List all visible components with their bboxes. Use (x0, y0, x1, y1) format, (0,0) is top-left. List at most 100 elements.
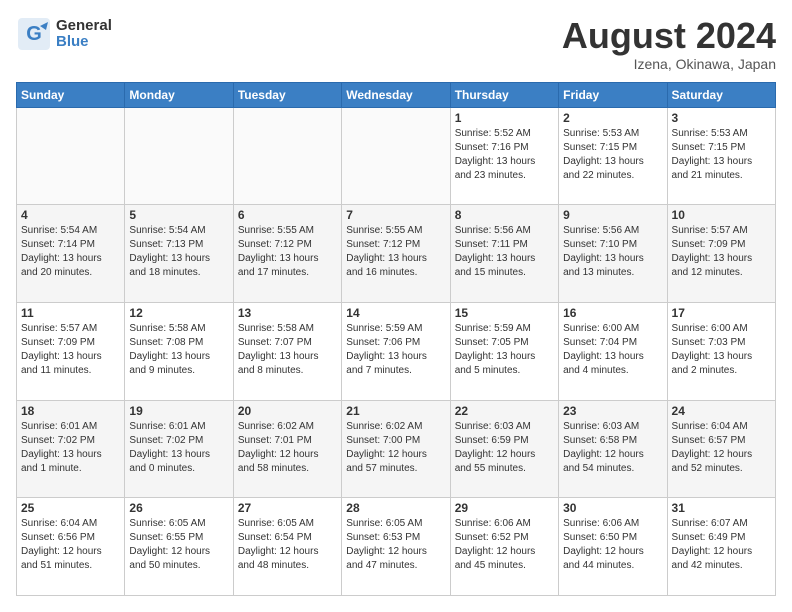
day-number: 12 (129, 306, 228, 320)
day-info: Sunrise: 5:55 AM Sunset: 7:12 PM Dayligh… (238, 224, 337, 280)
day-number: 27 (238, 501, 337, 515)
calendar-week-2: 4Sunrise: 5:54 AM Sunset: 7:14 PM Daylig… (17, 205, 776, 303)
day-info: Sunrise: 5:57 AM Sunset: 7:09 PM Dayligh… (21, 322, 120, 378)
day-number: 20 (238, 404, 337, 418)
weekday-header-friday: Friday (559, 82, 667, 107)
day-info: Sunrise: 5:56 AM Sunset: 7:10 PM Dayligh… (563, 224, 662, 280)
logo: G General Blue (16, 16, 112, 52)
calendar-cell: 7Sunrise: 5:55 AM Sunset: 7:12 PM Daylig… (342, 205, 450, 303)
weekday-header-monday: Monday (125, 82, 233, 107)
calendar-cell: 4Sunrise: 5:54 AM Sunset: 7:14 PM Daylig… (17, 205, 125, 303)
calendar-table: SundayMondayTuesdayWednesdayThursdayFrid… (16, 82, 776, 596)
calendar-cell: 1 Sunrise: 5:52 AM Sunset: 7:16 PM Daylig… (450, 107, 558, 205)
header: G General Blue August 2024 Izena, Okinaw… (16, 16, 776, 72)
logo-icon: G (16, 16, 52, 52)
calendar-cell: 25Sunrise: 6:04 AM Sunset: 6:56 PM Dayli… (17, 498, 125, 596)
day-number: 2 (563, 111, 662, 125)
calendar-cell: 26 Sunrise: 6:05 AM Sunset: 6:55 PM Dayli… (125, 498, 233, 596)
calendar-cell: 24 Sunrise: 6:04 AM Sunset: 6:57 PM Dayli… (667, 400, 775, 498)
calendar-cell: 10 Sunrise: 5:57 AM Sunset: 7:09 PM Dayli… (667, 205, 775, 303)
calendar-cell: 19Sunrise: 6:01 AM Sunset: 7:02 PM Dayli… (125, 400, 233, 498)
calendar-cell: 12 Sunrise: 5:58 AM Sunset: 7:08 PM Dayli… (125, 302, 233, 400)
day-info: Sunrise: 5:52 AM Sunset: 7:16 PM Dayligh… (455, 127, 554, 183)
calendar-cell: 22 Sunrise: 6:03 AM Sunset: 6:59 PM Dayli… (450, 400, 558, 498)
day-info: Sunrise: 6:00 AM Sunset: 7:04 PM Dayligh… (563, 322, 662, 378)
day-info: Sunrise: 6:02 AM Sunset: 7:00 PM Dayligh… (346, 420, 445, 476)
day-number: 15 (455, 306, 554, 320)
svg-text:G: G (26, 23, 42, 45)
calendar-cell: 18 Sunrise: 6:01 AM Sunset: 7:02 PM Dayli… (17, 400, 125, 498)
day-number: 22 (455, 404, 554, 418)
calendar-week-3: 11 Sunrise: 5:57 AM Sunset: 7:09 PM Dayli… (17, 302, 776, 400)
weekday-header-tuesday: Tuesday (233, 82, 341, 107)
day-number: 7 (346, 208, 445, 222)
day-number: 3 (672, 111, 771, 125)
weekday-header-wednesday: Wednesday (342, 82, 450, 107)
day-number: 26 (129, 501, 228, 515)
weekday-header-thursday: Thursday (450, 82, 558, 107)
calendar-cell: 20 Sunrise: 6:02 AM Sunset: 7:01 PM Dayli… (233, 400, 341, 498)
day-number: 31 (672, 501, 771, 515)
day-info: Sunrise: 6:03 AM Sunset: 6:59 PM Dayligh… (455, 420, 554, 476)
day-number: 13 (238, 306, 337, 320)
month-title: August 2024 (562, 16, 776, 56)
day-info: Sunrise: 5:53 AM Sunset: 7:15 PM Dayligh… (563, 127, 662, 183)
logo-blue: Blue (56, 34, 112, 51)
calendar-cell: 2 Sunrise: 5:53 AM Sunset: 7:15 PM Daylig… (559, 107, 667, 205)
title-area: August 2024 Izena, Okinawa, Japan (562, 16, 776, 72)
day-info: Sunrise: 5:59 AM Sunset: 7:05 PM Dayligh… (455, 322, 554, 378)
calendar-header-row: SundayMondayTuesdayWednesdayThursdayFrid… (17, 82, 776, 107)
day-info: Sunrise: 6:01 AM Sunset: 7:02 PM Dayligh… (21, 420, 120, 476)
calendar-cell: 30 Sunrise: 6:06 AM Sunset: 6:50 PM Dayli… (559, 498, 667, 596)
day-number: 10 (672, 208, 771, 222)
day-info: Sunrise: 5:58 AM Sunset: 7:08 PM Dayligh… (129, 322, 228, 378)
day-info: Sunrise: 6:05 AM Sunset: 6:54 PM Dayligh… (238, 517, 337, 573)
calendar-cell: 31Sunrise: 6:07 AM Sunset: 6:49 PM Dayli… (667, 498, 775, 596)
day-info: Sunrise: 5:56 AM Sunset: 7:11 PM Dayligh… (455, 224, 554, 280)
day-info: Sunrise: 6:06 AM Sunset: 6:50 PM Dayligh… (563, 517, 662, 573)
day-number: 30 (563, 501, 662, 515)
day-number: 6 (238, 208, 337, 222)
calendar-cell: 27 Sunrise: 6:05 AM Sunset: 6:54 PM Dayli… (233, 498, 341, 596)
day-number: 5 (129, 208, 228, 222)
day-number: 29 (455, 501, 554, 515)
day-info: Sunrise: 6:05 AM Sunset: 6:55 PM Dayligh… (129, 517, 228, 573)
day-number: 17 (672, 306, 771, 320)
day-number: 24 (672, 404, 771, 418)
day-info: Sunrise: 6:03 AM Sunset: 6:58 PM Dayligh… (563, 420, 662, 476)
day-info: Sunrise: 5:54 AM Sunset: 7:13 PM Dayligh… (129, 224, 228, 280)
calendar-cell: 29 Sunrise: 6:06 AM Sunset: 6:52 PM Dayli… (450, 498, 558, 596)
day-number: 28 (346, 501, 445, 515)
calendar-cell: 21Sunrise: 6:02 AM Sunset: 7:00 PM Dayli… (342, 400, 450, 498)
location: Izena, Okinawa, Japan (562, 56, 776, 72)
calendar-week-5: 25Sunrise: 6:04 AM Sunset: 6:56 PM Dayli… (17, 498, 776, 596)
calendar-week-4: 18 Sunrise: 6:01 AM Sunset: 7:02 PM Dayli… (17, 400, 776, 498)
day-number: 4 (21, 208, 120, 222)
calendar-cell: 9Sunrise: 5:56 AM Sunset: 7:10 PM Daylig… (559, 205, 667, 303)
page: G General Blue August 2024 Izena, Okinaw… (0, 0, 792, 612)
day-info: Sunrise: 6:00 AM Sunset: 7:03 PM Dayligh… (672, 322, 771, 378)
day-info: Sunrise: 5:57 AM Sunset: 7:09 PM Dayligh… (672, 224, 771, 280)
calendar-cell (342, 107, 450, 205)
day-number: 8 (455, 208, 554, 222)
day-info: Sunrise: 6:04 AM Sunset: 6:57 PM Dayligh… (672, 420, 771, 476)
calendar-cell: 11 Sunrise: 5:57 AM Sunset: 7:09 PM Dayli… (17, 302, 125, 400)
calendar-cell: 23 Sunrise: 6:03 AM Sunset: 6:58 PM Dayli… (559, 400, 667, 498)
day-info: Sunrise: 6:05 AM Sunset: 6:53 PM Dayligh… (346, 517, 445, 573)
calendar-cell: 6 Sunrise: 5:55 AM Sunset: 7:12 PM Daylig… (233, 205, 341, 303)
calendar-cell (233, 107, 341, 205)
day-info: Sunrise: 6:02 AM Sunset: 7:01 PM Dayligh… (238, 420, 337, 476)
day-info: Sunrise: 6:06 AM Sunset: 6:52 PM Dayligh… (455, 517, 554, 573)
day-number: 18 (21, 404, 120, 418)
logo-general: General (56, 18, 112, 35)
day-number: 11 (21, 306, 120, 320)
day-info: Sunrise: 5:59 AM Sunset: 7:06 PM Dayligh… (346, 322, 445, 378)
day-number: 23 (563, 404, 662, 418)
calendar-cell: 13Sunrise: 5:58 AM Sunset: 7:07 PM Dayli… (233, 302, 341, 400)
calendar-cell: 14Sunrise: 5:59 AM Sunset: 7:06 PM Dayli… (342, 302, 450, 400)
day-number: 1 (455, 111, 554, 125)
calendar-week-1: 1 Sunrise: 5:52 AM Sunset: 7:16 PM Daylig… (17, 107, 776, 205)
calendar-cell: 3Sunrise: 5:53 AM Sunset: 7:15 PM Daylig… (667, 107, 775, 205)
calendar-cell (17, 107, 125, 205)
calendar-cell: 5 Sunrise: 5:54 AM Sunset: 7:13 PM Daylig… (125, 205, 233, 303)
